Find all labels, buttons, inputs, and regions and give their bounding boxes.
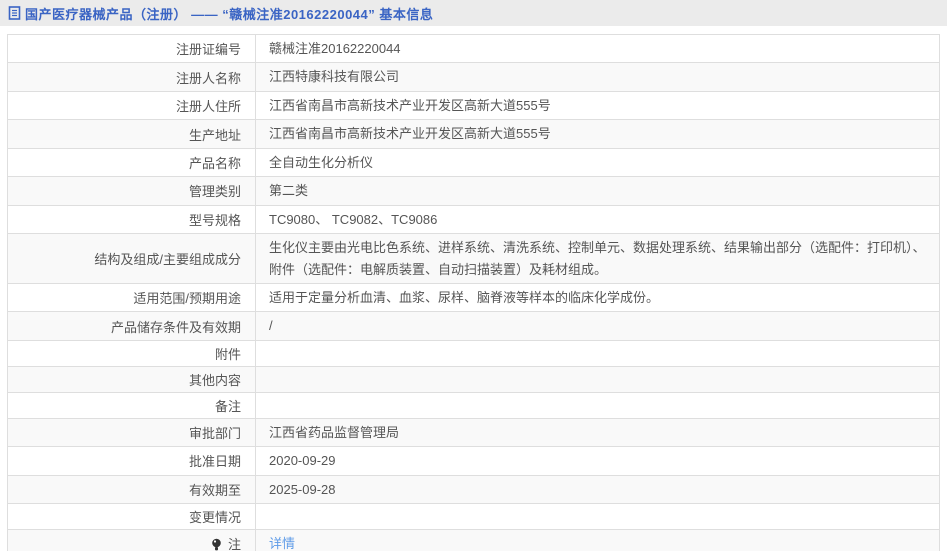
field-label: 其他内容	[188, 372, 241, 388]
table-row: 注 详情	[7, 529, 940, 551]
field-label: 注	[227, 537, 241, 551]
title-bar: 国产医疗器械产品（注册） —— “赣械注准20162220044” 基本信息	[0, 0, 947, 26]
field-label: 批准日期	[188, 454, 241, 470]
field-label: 适用范围/预期用途	[133, 291, 241, 307]
field-value: 江西省药品监督管理局	[269, 424, 400, 440]
table-row: 结构及组成/主要组成成分 生化仪主要由光电比色系统、进样系统、清洗系统、控制单元…	[7, 233, 940, 284]
page-title: 国产医疗器械产品（注册） —— “赣械注准20162220044” 基本信息	[25, 6, 434, 22]
table-row: 批准日期 2020-09-29	[7, 446, 940, 476]
document-icon	[8, 6, 21, 20]
field-value: 江西特康科技有限公司	[269, 69, 400, 85]
table-row: 生产地址 江西省南昌市高新技术产业开发区高新大道555号	[7, 119, 940, 149]
field-label: 有效期至	[188, 482, 241, 498]
field-label: 备注	[214, 398, 241, 414]
field-value: 江西省南昌市高新技术产业开发区高新大道555号	[269, 126, 551, 142]
table-row: 其他内容	[7, 365, 940, 393]
page: 国产医疗器械产品（注册） —— “赣械注准20162220044” 基本信息 注…	[0, 0, 947, 551]
field-value: TC9080、 TC9082、TC9086	[269, 211, 438, 227]
field-value: 全自动生化分析仪	[269, 154, 374, 170]
field-label: 结构及组成/主要组成成分	[94, 252, 241, 267]
field-label: 变更情况	[188, 510, 241, 526]
table-row: 适用范围/预期用途 适用于定量分析血清、血浆、尿样、脑脊液等样本的临床化学成份。	[7, 282, 940, 313]
table-row: 审批部门 江西省药品监督管理局	[7, 417, 940, 448]
table-row: 有效期至 2025-09-28	[7, 474, 940, 505]
note-bulb-icon	[211, 538, 222, 551]
field-label: 注册人名称	[175, 70, 241, 86]
info-table: 注册证编号 赣械注准20162220044 注册人名称 江西特康科技有限公司 注…	[7, 33, 940, 551]
field-value: 赣械注准20162220044	[269, 41, 401, 56]
table-row: 产品储存条件及有效期 /	[7, 311, 940, 341]
table-wrap: 注册证编号 赣械注准20162220044 注册人名称 江西特康科技有限公司 注…	[7, 33, 940, 551]
field-value: 生化仪主要由光电比色系统、进样系统、清洗系统、控制单元、数据处理系统、结果输出部…	[269, 240, 926, 277]
field-label: 审批部门	[188, 426, 241, 442]
field-label: 注册人住所	[175, 99, 241, 115]
field-label: 产品名称	[188, 155, 241, 171]
field-label: 型号规格	[188, 212, 241, 228]
table-row: 备注	[7, 391, 940, 419]
field-value: 2020-09-29	[269, 453, 336, 469]
table-row: 注册人住所 江西省南昌市高新技术产业开发区高新大道555号	[7, 90, 940, 121]
table-row: 附件	[7, 339, 940, 367]
details-link[interactable]: 详情	[269, 536, 295, 551]
field-label: 产品储存条件及有效期	[110, 319, 241, 335]
table-row: 变更情况	[7, 503, 940, 531]
field-label: 管理类别	[188, 184, 241, 200]
table-row: 产品名称 全自动生化分析仪	[7, 147, 940, 178]
field-value: 适用于定量分析血清、血浆、尿样、脑脊液等样本的临床化学成份。	[269, 289, 660, 305]
field-label: 注册证编号	[175, 42, 241, 58]
field-value: 江西省南昌市高新技术产业开发区高新大道555号	[269, 97, 551, 113]
field-value: /	[269, 318, 273, 334]
field-label: 生产地址	[188, 127, 241, 143]
table-row: 管理类别 第二类	[7, 176, 940, 206]
field-label: 附件	[214, 346, 241, 362]
table-row: 注册证编号 赣械注准20162220044	[7, 33, 940, 64]
field-value: 2025-09-28	[269, 481, 336, 497]
field-value: 第二类	[269, 183, 309, 199]
table-row: 型号规格 TC9080、 TC9082、TC9086	[7, 204, 940, 235]
table-row: 注册人名称 江西特康科技有限公司	[7, 62, 940, 92]
